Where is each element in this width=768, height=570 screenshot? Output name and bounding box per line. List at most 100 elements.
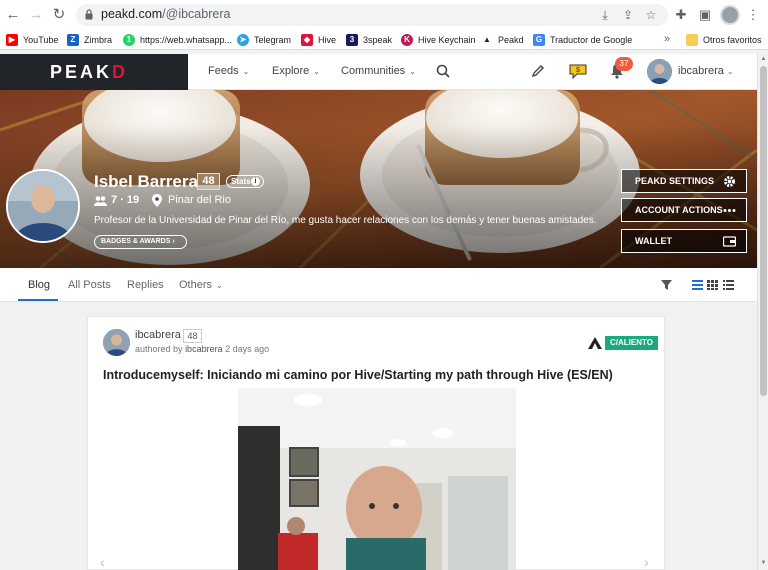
post-title[interactable]: Introducemyself: Iniciando mi camino por… [103, 368, 613, 382]
chat-bubble-icon[interactable]: $ [569, 63, 587, 79]
share-icon[interactable]: ⇪ [621, 8, 635, 22]
list-view-icon[interactable] [692, 280, 703, 290]
badges-awards-button[interactable]: BADGES & AWARDS › [94, 235, 187, 249]
scroll-down-icon[interactable]: ▼ [760, 560, 767, 566]
post-image[interactable] [238, 388, 516, 570]
svg-text:$: $ [576, 67, 580, 74]
chevron-right-icon: › [172, 238, 175, 245]
profile-display-name: Isbel Barrera [94, 172, 198, 191]
grid-view-icon[interactable] [707, 280, 718, 290]
scroll-up-icon[interactable]: ▲ [760, 56, 767, 62]
info-icon: i [251, 177, 260, 186]
compact-view-icon[interactable] [723, 280, 734, 290]
post-card[interactable]: ibcabrera 48 authored by ibcabrera 2 day… [87, 316, 665, 570]
zimbra-icon: Z [67, 34, 79, 46]
carousel-next-icon[interactable]: › [644, 555, 654, 569]
bookmark-telegram[interactable]: ➤ Telegram [237, 33, 291, 47]
browser-toolbar: ← → ↻ peakd.com/@ibcabrera ⤓ ⇪ ☆ ✚ ▣ ⋮ [0, 0, 768, 30]
reload-icon[interactable]: ↻ [49, 5, 69, 25]
forward-arrow-icon[interactable]: → [26, 5, 46, 25]
gear-icon [724, 176, 735, 187]
telegram-icon: ➤ [237, 34, 249, 46]
chevron-down-icon: ⌄ [216, 281, 223, 290]
wallet-icon [723, 236, 736, 247]
page-scrollbar[interactable]: ▲ ▼ [757, 54, 768, 570]
bookmark-google-translate[interactable]: G Traductor de Google [533, 33, 632, 47]
bookmark-youtube[interactable]: ▶ YouTube [6, 33, 58, 47]
bookmark-3speak[interactable]: 3 3speak [346, 33, 392, 47]
user-avatar[interactable] [647, 59, 672, 84]
side-panel-icon[interactable]: ▣ [696, 6, 714, 24]
translate-icon: G [533, 34, 545, 46]
tab-others[interactable]: Others ⌄ [179, 279, 223, 291]
follow-counts[interactable]: 7 · 19 [111, 194, 139, 206]
url-text: peakd.com/@ibcabrera [101, 7, 231, 21]
more-bookmarks-icon[interactable]: » [664, 33, 670, 45]
community-tag[interactable]: C/ALIENTO [605, 336, 658, 350]
user-menu[interactable]: ibcabrera ⌄ [678, 65, 734, 77]
profile-tabs: Blog All Posts Replies Others ⌄ [0, 268, 757, 302]
nav-explore[interactable]: Explore ⌄ [272, 65, 320, 77]
post-meta: authored by ibcabrera 2 days ago [135, 344, 270, 354]
bookmark-peakd[interactable]: ▲ Peakd [481, 33, 524, 47]
stats-button[interactable]: Stats i [226, 175, 264, 188]
post-age: 2 days ago [225, 344, 270, 354]
nav-communities[interactable]: Communities ⌄ [341, 65, 416, 77]
profile-bio: Profesor de la Universidad de Pinar del … [94, 215, 597, 226]
post-author-avatar[interactable] [103, 329, 130, 356]
install-app-icon[interactable]: ⤓ [598, 8, 612, 22]
bookmarks-bar: ▶ YouTube Z Zimbra 1 https://web.whatsapp..… [0, 30, 768, 50]
peakd-logo: PEAKD [50, 62, 129, 82]
notification-count-badge: 37 [615, 57, 633, 71]
peakd-settings-button[interactable]: PEAKD SETTINGS [621, 169, 747, 193]
bookmark-zimbra[interactable]: Z Zimbra [67, 33, 112, 47]
browser-menu-icon[interactable]: ⋮ [744, 6, 762, 24]
extensions-icon[interactable]: ✚ [672, 6, 690, 24]
nav-feeds[interactable]: Feeds ⌄ [208, 65, 249, 77]
bookmark-other-folder[interactable]: Otros favoritos [686, 33, 762, 47]
back-arrow-icon[interactable]: ← [3, 5, 23, 25]
logo-area[interactable]: PEAKD [0, 54, 188, 90]
chevron-down-icon: ⌄ [242, 67, 250, 76]
scrollbar-thumb[interactable] [760, 66, 767, 396]
filter-icon[interactable] [661, 280, 672, 290]
active-tab-indicator [18, 299, 58, 301]
profile-avatar[interactable] [6, 169, 80, 243]
post-author-name[interactable]: ibcabrera [135, 329, 181, 341]
account-actions-button[interactable]: ACCOUNT ACTIONS [621, 198, 747, 222]
followers-count: 19 [126, 194, 140, 206]
ellipsis-icon [723, 209, 736, 212]
hive-icon: ◆ [301, 34, 313, 46]
wallet-button[interactable]: WALLET [621, 229, 747, 253]
following-count: 7 [111, 194, 118, 206]
tab-blog[interactable]: Blog [28, 279, 50, 291]
peakd-icon: ▲ [481, 34, 493, 46]
followers-icon [94, 196, 107, 206]
search-icon[interactable] [436, 64, 450, 78]
whatsapp-icon: 1 [123, 34, 135, 46]
tab-replies[interactable]: Replies [127, 279, 164, 291]
tab-all-posts[interactable]: All Posts [68, 279, 111, 291]
post-author-link[interactable]: ibcabrera [185, 344, 223, 354]
bookmark-hive-keychain[interactable]: K Hive Keychain [401, 33, 476, 47]
post-author-reputation: 48 [183, 329, 202, 343]
chevron-down-icon: ⌄ [313, 67, 320, 76]
youtube-icon: ▶ [6, 34, 18, 46]
browser-profile-avatar[interactable] [720, 5, 740, 25]
location-pin-icon [152, 194, 162, 207]
profile-location: Pinar del Rio [168, 194, 231, 206]
bookmark-hive[interactable]: ◆ Hive [301, 33, 336, 47]
keychain-icon: K [401, 34, 413, 46]
site-navbar: PEAKD Feeds ⌄ Explore ⌄ Communities ⌄ $ ibc… [0, 54, 757, 90]
bookmark-star-icon[interactable]: ☆ [644, 8, 658, 22]
bookmark-whatsapp[interactable]: 1 https://web.whatsapp... [123, 33, 232, 47]
reputation-badge: 48 [197, 173, 220, 190]
chevron-down-icon: ⌄ [726, 67, 734, 76]
3speak-icon: 3 [346, 34, 358, 46]
address-bar[interactable]: peakd.com/@ibcabrera ⤓ ⇪ ☆ [76, 4, 668, 26]
folder-icon [686, 34, 698, 46]
pencil-icon[interactable] [531, 64, 545, 78]
carousel-prev-icon[interactable]: ‹ [100, 555, 110, 569]
lock-icon [85, 9, 93, 20]
community-logo-icon [588, 337, 602, 349]
